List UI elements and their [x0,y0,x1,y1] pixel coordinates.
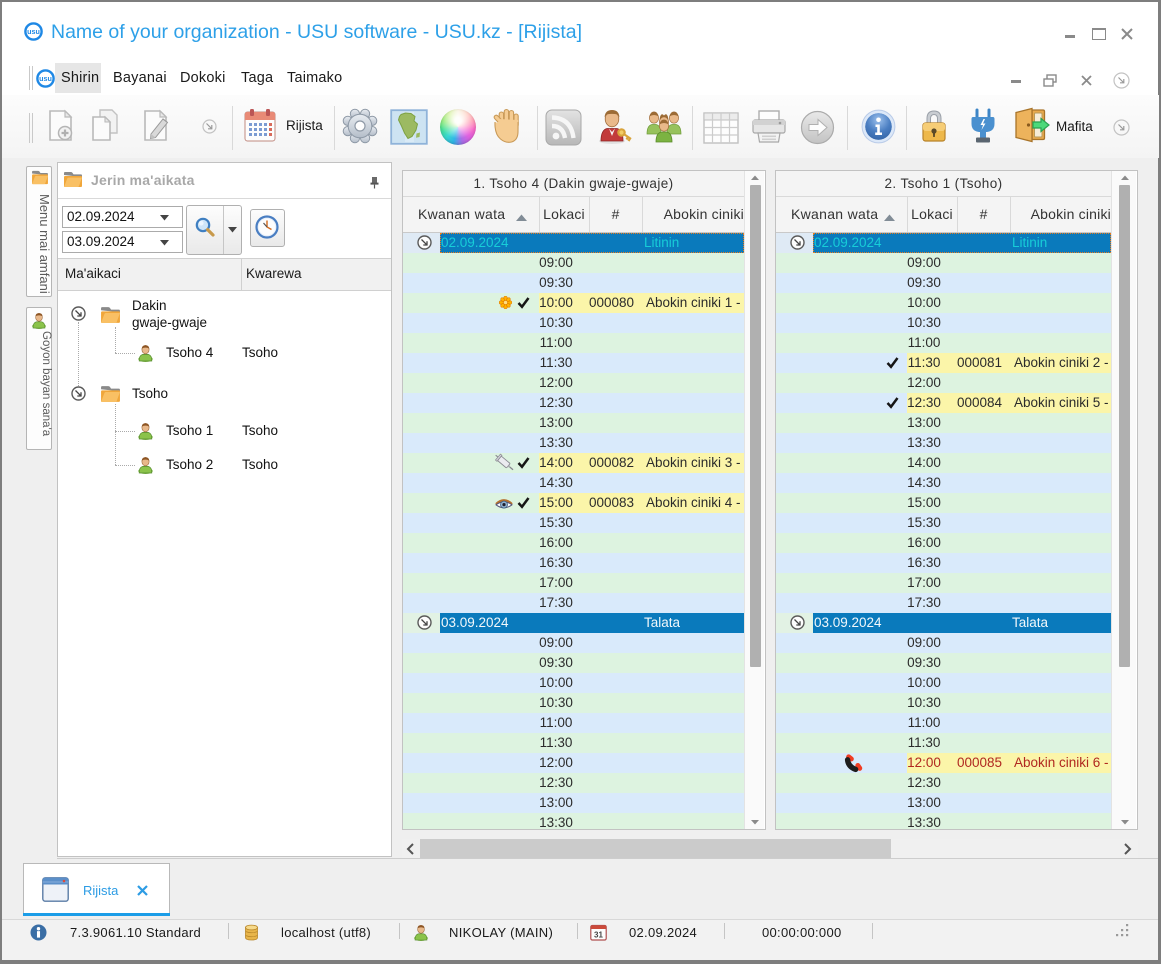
svg-text:usu: usu [39,74,52,83]
svg-text:usu: usu [27,27,40,36]
svg-text:31: 31 [594,930,603,939]
